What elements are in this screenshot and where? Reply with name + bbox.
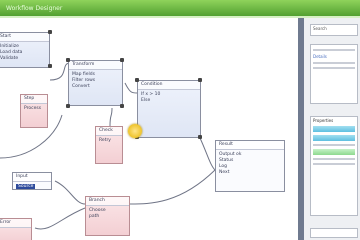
workflow-node[interactable]: Step Process — [20, 94, 48, 128]
resize-handle[interactable] — [120, 58, 124, 62]
property-row-highlight[interactable] — [313, 149, 355, 155]
node-line: Source — [16, 184, 36, 189]
node-line: Retry — [99, 138, 111, 143]
node-header: Result — [216, 141, 284, 150]
workflow-node[interactable]: Input Source — [12, 172, 52, 190]
properties-label: Properties — [313, 118, 334, 123]
node-line: Else — [141, 98, 151, 103]
node-line: Convert — [72, 84, 90, 89]
workflow-node[interactable]: Check Retry — [95, 126, 123, 164]
properties-panel: Search Details Properties — [304, 18, 360, 240]
tree-view[interactable]: Details — [310, 44, 358, 104]
status-box — [310, 228, 358, 238]
node-header: Error — [0, 219, 31, 228]
node-header: Check — [96, 127, 122, 136]
node-header: Transform — [69, 61, 122, 70]
resize-handle[interactable] — [135, 78, 139, 82]
node-line: Next — [219, 170, 230, 175]
node-header: Start — [0, 33, 49, 42]
workflow-canvas[interactable]: Start Initialize Load data Validate Step… — [0, 18, 298, 240]
resize-handle[interactable] — [198, 135, 202, 139]
resize-handle[interactable] — [120, 104, 124, 108]
tree-line — [313, 62, 355, 64]
node-header: Condition — [138, 81, 200, 90]
search-input[interactable]: Search — [310, 24, 358, 36]
property-row-selected[interactable] — [313, 135, 355, 141]
resize-handle[interactable] — [198, 78, 202, 82]
window-title: Workflow Designer — [6, 5, 63, 12]
workflow-node[interactable]: Condition If x > 10 Else — [137, 80, 201, 138]
workflow-node[interactable]: Error — [0, 218, 32, 240]
search-placeholder: Search — [313, 26, 327, 31]
node-header: Input — [13, 173, 51, 182]
property-row[interactable] — [313, 144, 355, 146]
workflow-node[interactable]: Result Output ok Status Log Next — [215, 140, 285, 192]
pointer-cursor-icon — [128, 124, 142, 138]
resize-handle[interactable] — [66, 58, 70, 62]
tree-line — [313, 49, 355, 51]
details-link[interactable]: Details — [313, 54, 355, 59]
node-line: Validate — [0, 56, 19, 61]
window-title-bar: Workflow Designer — [0, 0, 360, 18]
workflow-node[interactable]: Transform Map fields Filter rows Convert — [68, 60, 123, 106]
properties-list[interactable]: Properties — [310, 116, 358, 216]
resize-handle[interactable] — [48, 64, 52, 68]
resize-handle[interactable] — [48, 30, 52, 34]
node-line: path — [89, 214, 100, 219]
workflow-node[interactable]: Branch Choose path — [85, 196, 130, 236]
tree-line — [313, 67, 355, 69]
node-line: Process — [24, 106, 42, 111]
property-row[interactable] — [313, 163, 355, 165]
node-header: Step — [21, 95, 47, 104]
resize-handle[interactable] — [66, 104, 70, 108]
property-row[interactable] — [313, 158, 355, 160]
workflow-node[interactable]: Start Initialize Load data Validate — [0, 32, 50, 68]
node-header: Branch — [86, 197, 129, 206]
property-row-selected[interactable] — [313, 126, 355, 132]
